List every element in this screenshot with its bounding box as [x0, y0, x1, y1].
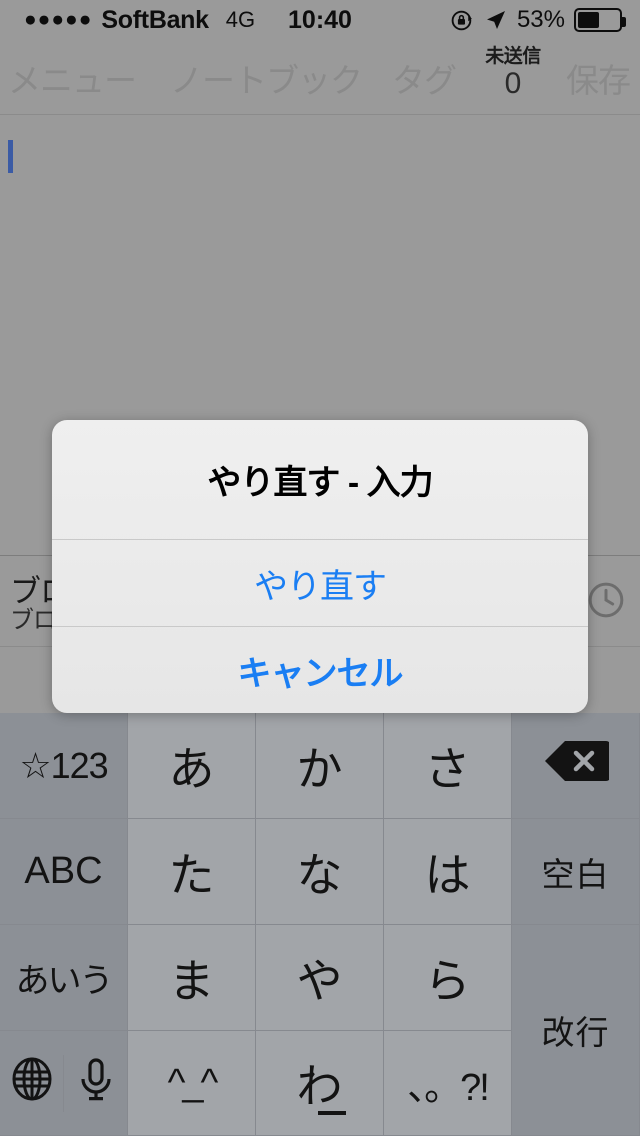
key-sa[interactable]: さ: [384, 713, 512, 819]
globe-icon: [8, 1055, 56, 1112]
status-bar-right: 53%: [450, 0, 626, 40]
delete-backspace-icon: [543, 738, 611, 793]
key-ta[interactable]: た: [128, 819, 256, 925]
menu-button[interactable]: メニュー: [8, 54, 137, 102]
rotation-lock-icon: [450, 8, 475, 33]
key-ka[interactable]: か: [256, 713, 384, 819]
alert-cancel-button[interactable]: キャンセル: [52, 627, 588, 713]
undo-alert-dialog: やり直す - 入力 やり直す キャンセル: [52, 420, 588, 713]
key-globe[interactable]: [0, 1054, 64, 1112]
key-wa-label: わ: [296, 1060, 343, 1112]
key-abc[interactable]: ABC: [0, 819, 128, 925]
app-toolbar: メニュー ノートブック タグ 未送信 0 保存: [0, 40, 640, 115]
alert-title-area: やり直す - 入力: [52, 420, 588, 540]
key-wa[interactable]: わ: [256, 1031, 384, 1136]
suggestion-secondary[interactable]: ブロ: [10, 600, 57, 635]
key-emoticon[interactable]: ^_^: [128, 1031, 256, 1136]
battery-icon: [574, 8, 626, 32]
key-delete[interactable]: [512, 713, 640, 819]
key-punctuation[interactable]: 、。?!: [384, 1031, 512, 1136]
key-ra[interactable]: ら: [384, 925, 512, 1031]
japanese-kana-keyboard[interactable]: ☆123 あ か さ ABC た な は 空白 あいう ま や ら 改行 ^_^…: [0, 713, 640, 1136]
unsent-counter[interactable]: 未送信 0: [470, 46, 556, 100]
status-bar: ●●●●● SoftBank 4G 10:40 53%: [0, 0, 640, 40]
phone-screen: ●●●●● SoftBank 4G 10:40 53% メニュー ノートブック …: [0, 0, 640, 1136]
key-globe-and-dictation-group: [0, 1031, 128, 1136]
notebook-button[interactable]: ノートブック: [170, 54, 363, 102]
key-ya[interactable]: や: [256, 925, 384, 1031]
text-cursor: [8, 140, 13, 173]
key-dictation[interactable]: [64, 1054, 127, 1112]
key-a[interactable]: あ: [128, 713, 256, 819]
key-kana-mode[interactable]: あいう: [0, 925, 128, 1031]
alert-title: やり直す - 入力: [207, 464, 433, 502]
underscore-mark: [317, 1111, 346, 1115]
unsent-count: 0: [504, 67, 522, 100]
tag-button[interactable]: タグ: [392, 54, 457, 102]
key-na[interactable]: な: [256, 819, 384, 925]
unsent-label: 未送信: [485, 46, 541, 67]
alert-confirm-button[interactable]: やり直す: [52, 540, 588, 627]
key-ha[interactable]: は: [384, 819, 512, 925]
key-symbols-numbers[interactable]: ☆123: [0, 713, 128, 819]
key-return[interactable]: 改行: [512, 925, 640, 1136]
save-button[interactable]: 保存: [566, 54, 631, 102]
battery-percentage: 53%: [516, 6, 565, 33]
key-space[interactable]: 空白: [512, 819, 640, 925]
location-arrow-icon: [484, 8, 508, 32]
microphone-icon: [72, 1055, 120, 1112]
clock-history-icon[interactable]: [586, 580, 626, 620]
key-ma[interactable]: ま: [128, 925, 256, 1031]
